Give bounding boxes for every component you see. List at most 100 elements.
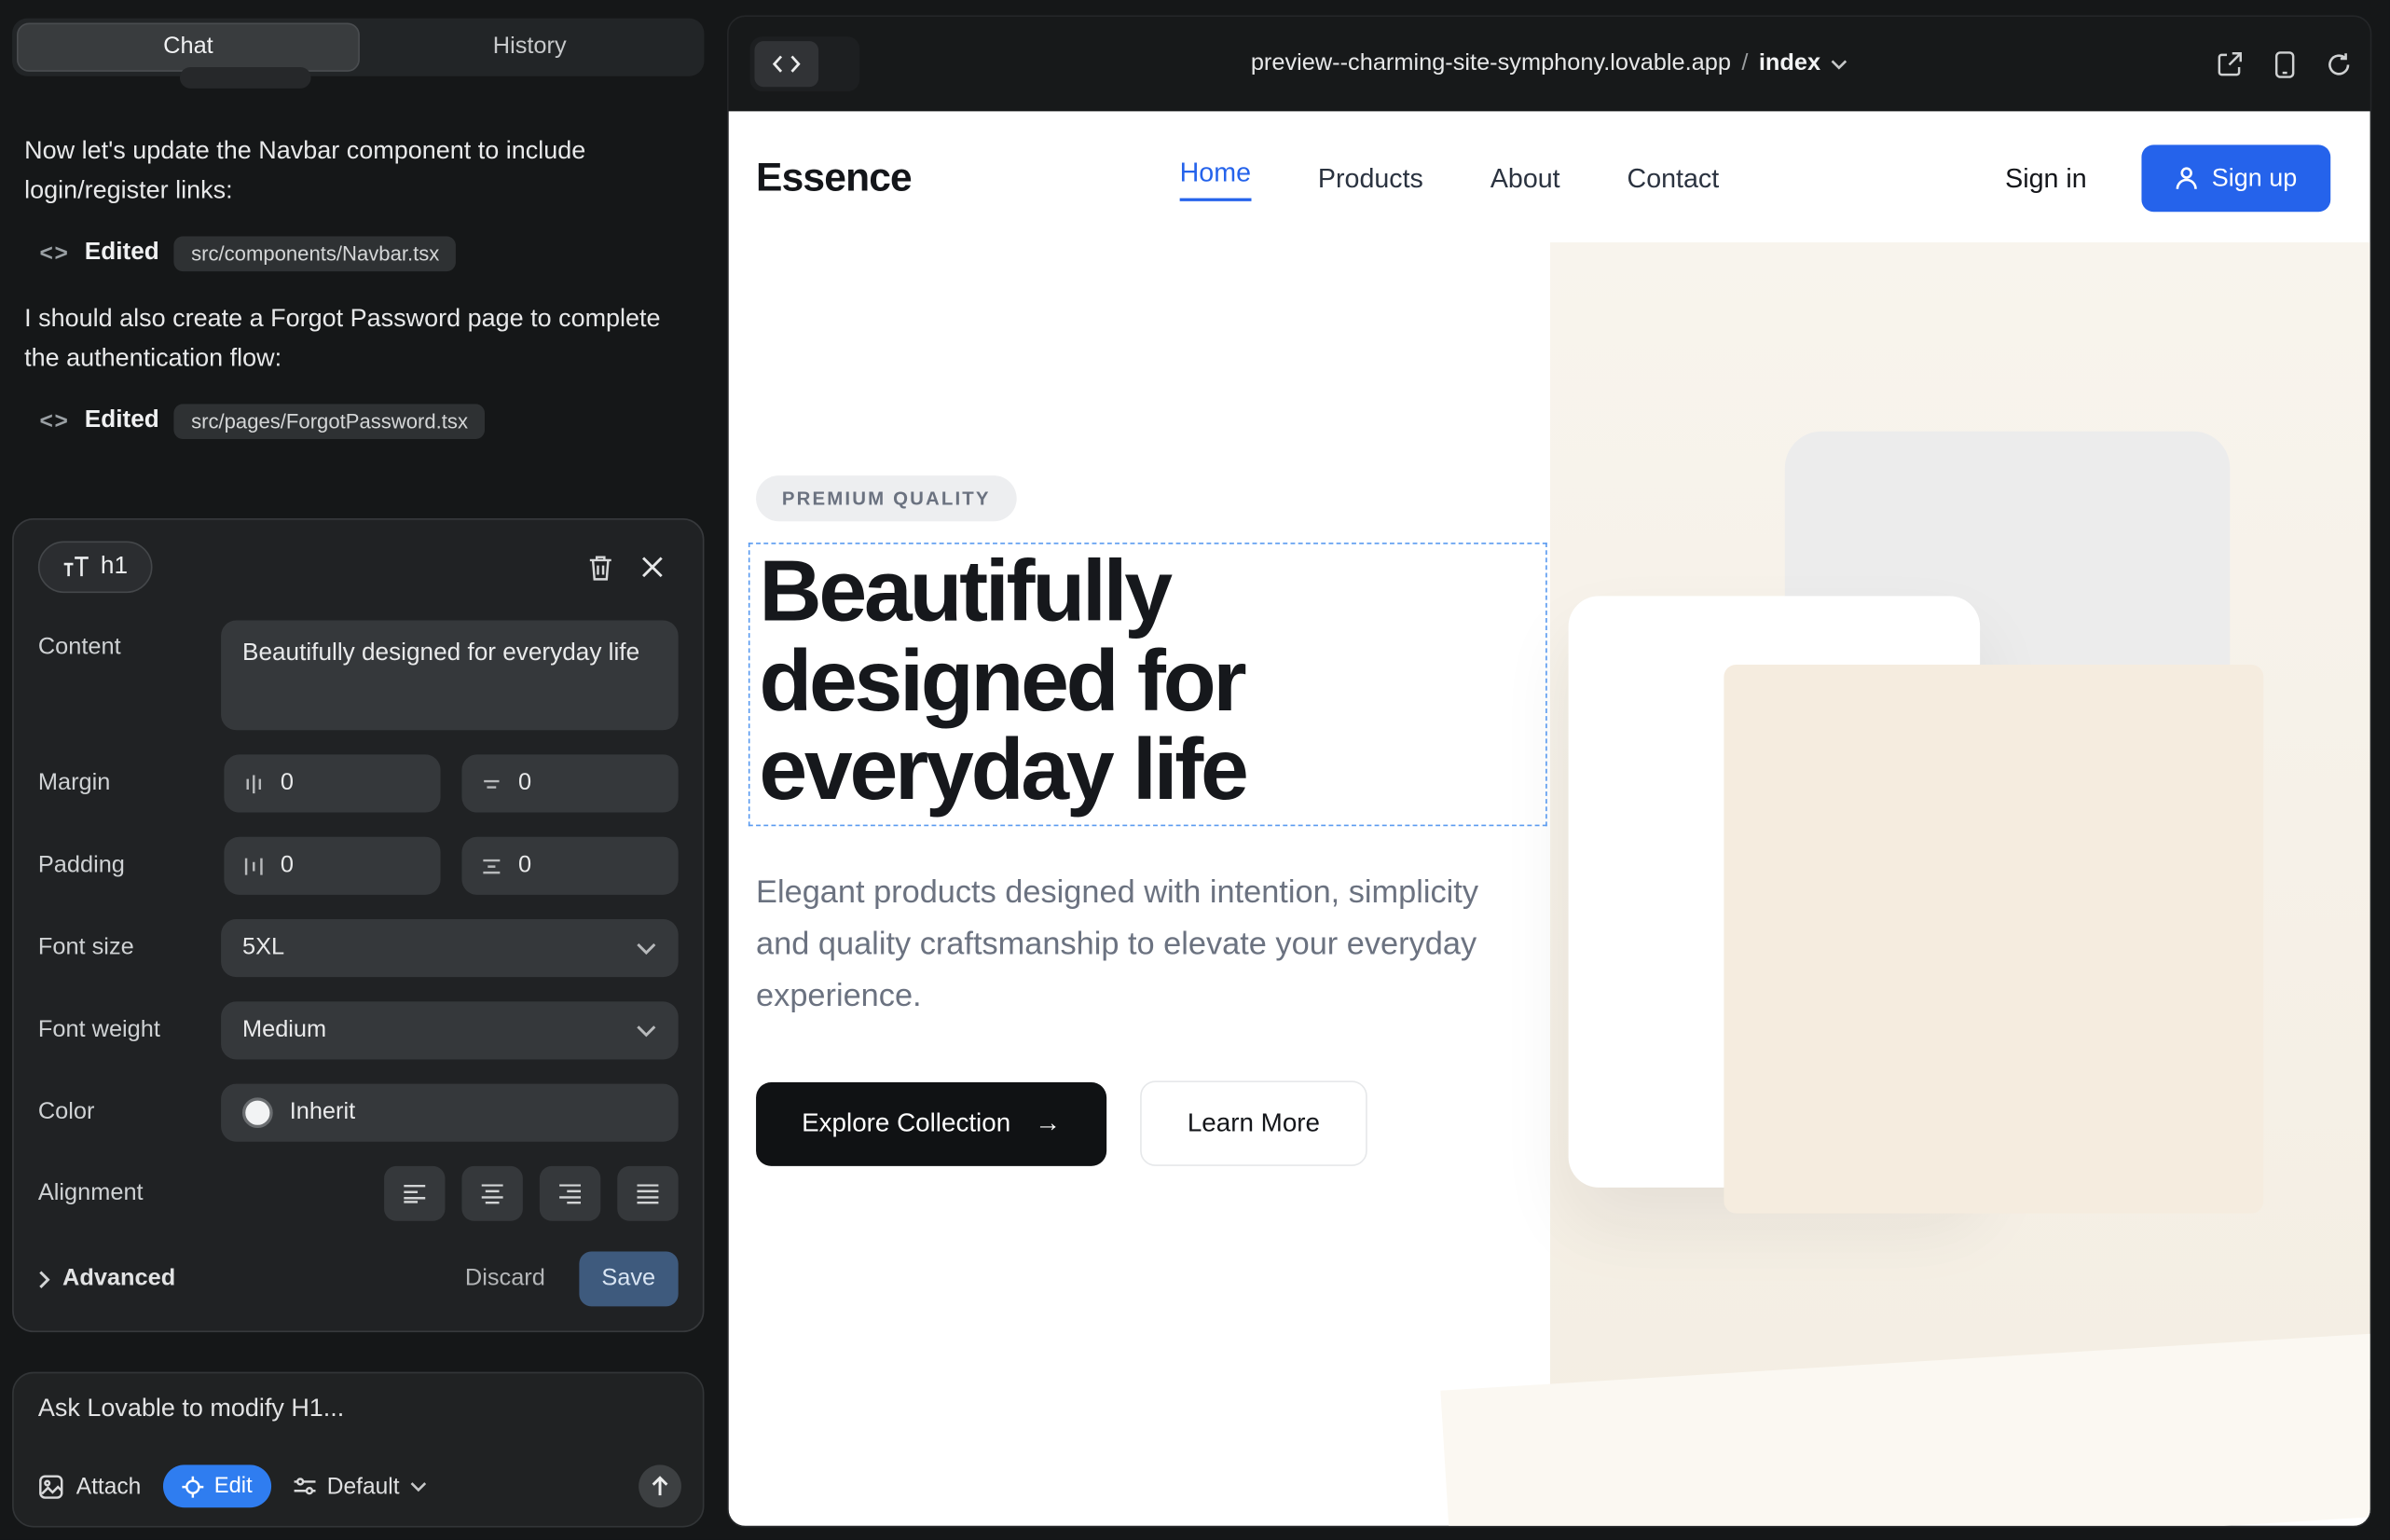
premium-quality-badge: PREMIUM QUALITY bbox=[756, 475, 1016, 521]
close-inspector-button[interactable] bbox=[626, 541, 679, 593]
refresh-icon bbox=[2326, 51, 2352, 77]
lovable-editor: Chat History Now let's update the Navbar… bbox=[0, 0, 2390, 1540]
refresh-button[interactable] bbox=[2326, 51, 2352, 77]
alignment-label: Alignment bbox=[38, 1180, 224, 1207]
padding-label: Padding bbox=[38, 852, 224, 879]
mobile-preview-button[interactable] bbox=[2274, 49, 2296, 78]
content-input[interactable]: Beautifully designed for everyday life bbox=[221, 621, 679, 731]
padding-horizontal-input[interactable]: 0 bbox=[461, 837, 678, 895]
code-icon bbox=[773, 55, 800, 74]
edited-label: Edited bbox=[85, 240, 159, 267]
learn-more-button[interactable]: Learn More bbox=[1140, 1080, 1367, 1166]
sliders-icon bbox=[292, 1476, 316, 1497]
delete-element-button[interactable] bbox=[574, 541, 626, 593]
save-button[interactable]: Save bbox=[579, 1251, 679, 1306]
hero-paragraph: Elegant products designed with intention… bbox=[756, 867, 1497, 1024]
margin-vertical-input[interactable]: 0 bbox=[224, 754, 440, 812]
nav-link-about[interactable]: About bbox=[1490, 162, 1560, 194]
padding-vertical-icon bbox=[242, 855, 266, 878]
decorative-beige-card bbox=[1724, 665, 2263, 1214]
align-justify-icon bbox=[636, 1184, 660, 1203]
chat-history-tabbar: Chat History bbox=[12, 19, 704, 76]
font-weight-select[interactable]: Medium bbox=[221, 1001, 679, 1059]
element-inspector-panel: h1 Content Beautifully designed for ever… bbox=[12, 518, 704, 1332]
preview-actions bbox=[2217, 17, 2353, 111]
selected-element-pill[interactable]: h1 bbox=[38, 541, 152, 593]
edited-file-row: <> Edited src/components/Navbar.tsx bbox=[40, 236, 683, 271]
advanced-toggle[interactable]: Advanced bbox=[38, 1265, 175, 1292]
model-default-select[interactable]: Default bbox=[292, 1473, 427, 1499]
hero-heading[interactable]: Beautifully designed for everyday life bbox=[759, 547, 1529, 816]
prompt-composer: Ask Lovable to modify H1... Attach Edit … bbox=[12, 1372, 704, 1528]
site-canvas: Essence Home Products About Contact Sign… bbox=[729, 111, 2370, 1525]
attach-icon bbox=[38, 1473, 64, 1499]
arrow-up-icon bbox=[651, 1476, 669, 1497]
align-center-icon bbox=[480, 1184, 504, 1203]
edit-mode-button[interactable]: Edit bbox=[162, 1464, 270, 1507]
color-select[interactable]: Inherit bbox=[221, 1084, 679, 1142]
chevron-down-icon bbox=[636, 942, 657, 956]
site-nav: Home Products About Contact bbox=[1180, 111, 1720, 245]
content-label: Content bbox=[38, 621, 221, 662]
file-badge[interactable]: src/pages/ForgotPassword.tsx bbox=[174, 404, 485, 439]
color-swatch bbox=[242, 1097, 273, 1128]
file-badge[interactable]: src/components/Navbar.tsx bbox=[174, 236, 456, 271]
chevron-down-icon bbox=[636, 1024, 657, 1038]
selection-outline: Beautifully designed for everyday life bbox=[749, 543, 1547, 826]
chat-message: Now let's update the Navbar component to… bbox=[24, 131, 682, 212]
close-icon bbox=[640, 555, 665, 579]
padding-vertical-input[interactable]: 0 bbox=[224, 837, 440, 895]
user-icon bbox=[2175, 166, 2198, 190]
code-icon: <> bbox=[40, 241, 70, 267]
chevron-down-icon bbox=[410, 1481, 427, 1492]
sign-up-button[interactable]: Sign up bbox=[2142, 144, 2331, 212]
clipped-message-pill bbox=[180, 67, 311, 89]
margin-horizontal-icon bbox=[480, 772, 503, 795]
preview-frame: preview--charming-site-symphony.lovable.… bbox=[727, 15, 2371, 1527]
align-left-icon bbox=[403, 1184, 427, 1203]
edit-target-icon bbox=[181, 1475, 204, 1498]
prompt-input[interactable]: Ask Lovable to modify H1... bbox=[38, 1395, 679, 1423]
edited-label: Edited bbox=[85, 407, 159, 434]
nav-link-contact[interactable]: Contact bbox=[1628, 162, 1720, 194]
open-external-button[interactable] bbox=[2217, 50, 2244, 77]
trash-icon bbox=[587, 553, 614, 582]
tab-history[interactable]: History bbox=[360, 23, 700, 72]
sign-in-link[interactable]: Sign in bbox=[2005, 162, 2087, 194]
hero-cta-row: Explore Collection → Learn More bbox=[756, 1080, 1367, 1166]
chat-message: I should also create a Forgot Password p… bbox=[24, 298, 682, 378]
align-left-button[interactable] bbox=[384, 1166, 445, 1221]
nav-link-products[interactable]: Products bbox=[1318, 162, 1423, 194]
chat-messages: Now let's update the Navbar component to… bbox=[24, 131, 682, 466]
padding-horizontal-icon bbox=[480, 855, 503, 878]
align-right-button[interactable] bbox=[540, 1166, 600, 1221]
code-view-toggle[interactable] bbox=[750, 36, 860, 91]
explore-collection-button[interactable]: Explore Collection → bbox=[756, 1081, 1106, 1165]
color-label: Color bbox=[38, 1099, 221, 1126]
preview-toolbar bbox=[729, 17, 2370, 111]
code-icon: <> bbox=[40, 408, 70, 434]
site-navbar: Essence Home Products About Contact Sign… bbox=[729, 111, 2370, 245]
chevron-right-icon bbox=[38, 1269, 50, 1288]
open-external-icon bbox=[2217, 50, 2244, 77]
nav-link-home[interactable]: Home bbox=[1180, 157, 1251, 200]
font-size-select[interactable]: 5XL bbox=[221, 919, 679, 977]
font-weight-label: Font weight bbox=[38, 1017, 221, 1044]
tab-chat[interactable]: Chat bbox=[17, 23, 360, 72]
attach-button[interactable]: Attach bbox=[38, 1473, 141, 1499]
text-size-icon bbox=[62, 557, 89, 578]
edited-file-row: <> Edited src/pages/ForgotPassword.tsx bbox=[40, 404, 683, 439]
site-logo[interactable]: Essence bbox=[756, 154, 912, 201]
discard-button[interactable]: Discard bbox=[465, 1265, 545, 1292]
align-center-button[interactable] bbox=[461, 1166, 522, 1221]
send-button[interactable] bbox=[639, 1464, 681, 1507]
smartphone-icon bbox=[2274, 49, 2296, 78]
arrow-right-icon: → bbox=[1035, 1108, 1061, 1139]
margin-vertical-icon bbox=[242, 772, 266, 795]
selected-tag-label: h1 bbox=[101, 554, 128, 581]
align-right-icon bbox=[557, 1184, 582, 1203]
margin-horizontal-input[interactable]: 0 bbox=[461, 754, 678, 812]
margin-label: Margin bbox=[38, 770, 224, 797]
align-justify-button[interactable] bbox=[617, 1166, 678, 1221]
font-size-label: Font size bbox=[38, 934, 221, 961]
